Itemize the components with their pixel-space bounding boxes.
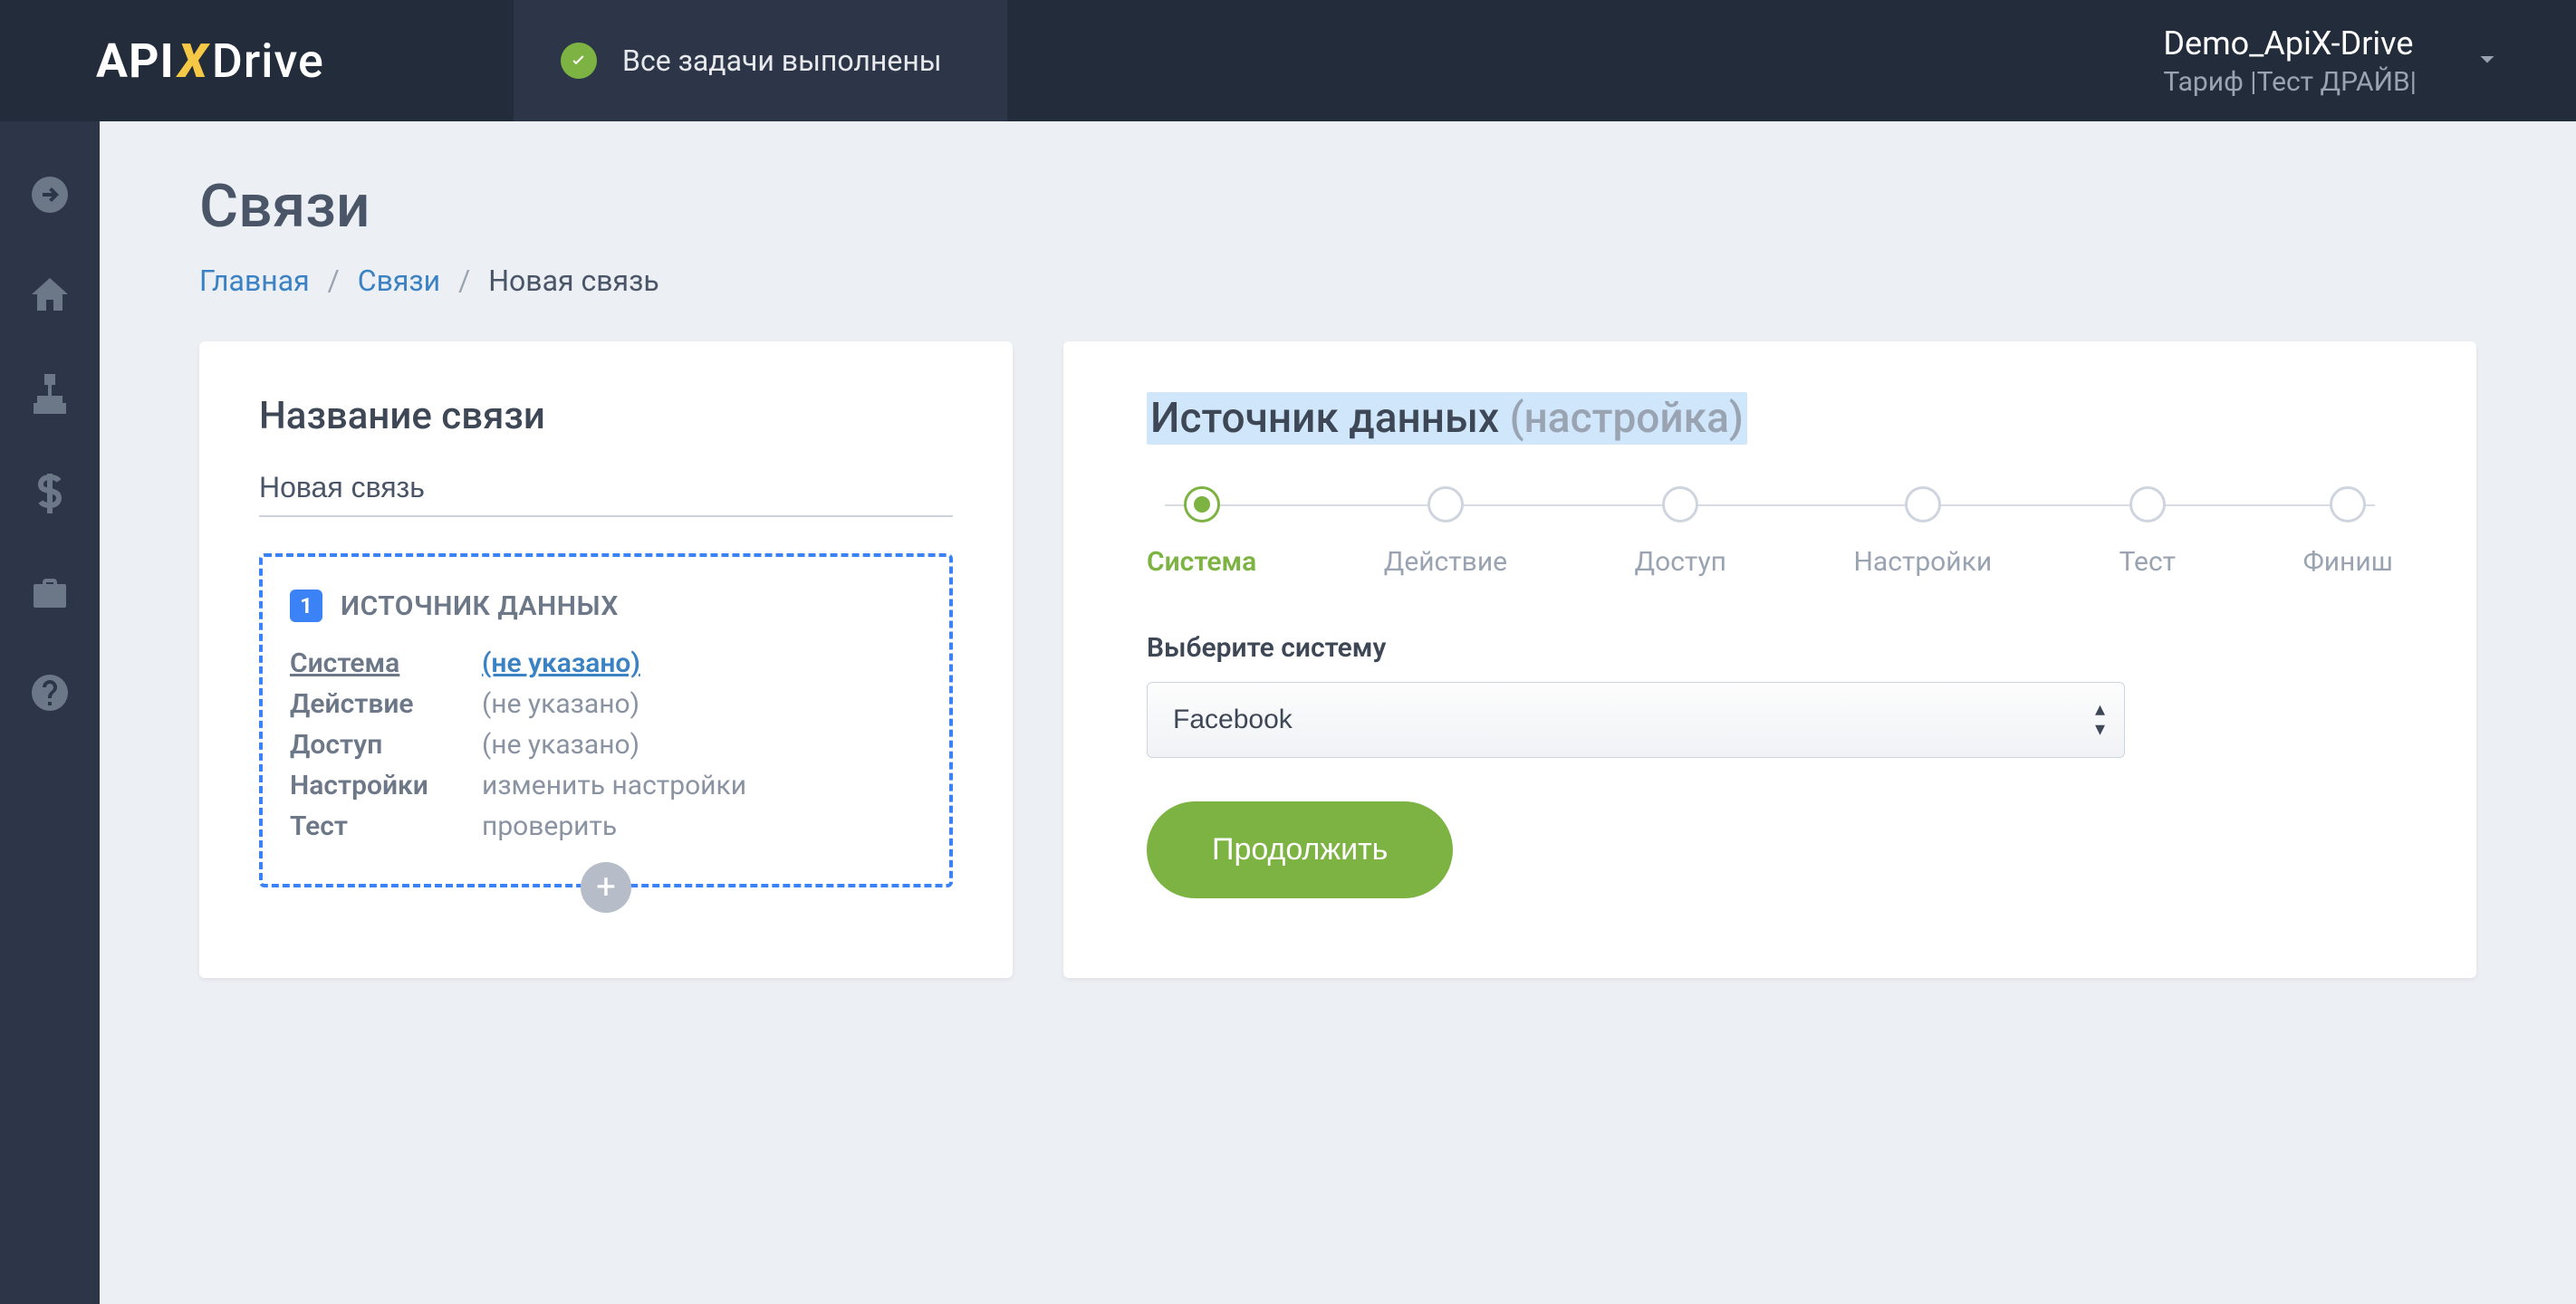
kv-label: Система bbox=[290, 647, 482, 679]
check-circle-icon bbox=[561, 43, 597, 79]
plus-icon: + bbox=[596, 868, 616, 907]
step-system[interactable]: Система bbox=[1147, 486, 1256, 578]
source-badge: 1 bbox=[290, 590, 322, 622]
sidebar-item-briefcase[interactable] bbox=[0, 543, 100, 643]
kv-label: Настройки bbox=[290, 770, 482, 801]
step-test[interactable]: Тест bbox=[2119, 486, 2177, 578]
system-select[interactable] bbox=[1147, 682, 2125, 758]
kv-label: Действие bbox=[290, 688, 482, 720]
kv-value: проверить bbox=[482, 810, 617, 842]
step-circle-icon bbox=[2330, 486, 2366, 523]
source-title: ИСТОЧНИК ДАННЫХ bbox=[341, 590, 619, 622]
account-name: Demo_ApiX-Drive bbox=[2163, 24, 2417, 62]
step-action[interactable]: Действие bbox=[1384, 486, 1507, 578]
connection-name-input[interactable] bbox=[259, 471, 953, 517]
account-tariff: Тариф |Тест ДРАЙВ| bbox=[2163, 66, 2417, 98]
select-system-label: Выберите систему bbox=[1147, 632, 2393, 664]
breadcrumb: Главная / Связи / Новая связь bbox=[199, 264, 2476, 298]
logo-x: X bbox=[178, 34, 208, 89]
step-circle-icon bbox=[1184, 486, 1220, 523]
panel-connection-name: Название связи 1 ИСТОЧНИК ДАННЫХ Система… bbox=[199, 341, 1013, 978]
kv-value[interactable]: (не указано) bbox=[482, 647, 640, 679]
step-circle-icon bbox=[1905, 486, 1941, 523]
add-source-button[interactable]: + bbox=[581, 862, 631, 913]
stepper: Система Действие Доступ Настройки bbox=[1147, 486, 2393, 578]
breadcrumb-home[interactable]: Главная bbox=[199, 264, 310, 298]
account-menu[interactable]: Demo_ApiX-Drive Тариф |Тест ДРАЙВ| bbox=[2163, 24, 2576, 98]
right-panel-title: Источник данных (настройка) bbox=[1147, 394, 2393, 443]
help-icon bbox=[28, 671, 72, 714]
step-settings[interactable]: Настройки bbox=[1853, 486, 1992, 578]
kv-label: Доступ bbox=[290, 729, 482, 761]
sidebar-item-help[interactable] bbox=[0, 643, 100, 743]
dollar-icon bbox=[28, 472, 72, 515]
kv-row-action[interactable]: Действие (не указано) bbox=[290, 688, 922, 720]
home-icon bbox=[28, 273, 72, 316]
task-status-text: Все задачи выполнены bbox=[622, 43, 942, 78]
sitemap-icon bbox=[28, 372, 72, 416]
sidebar-item-home[interactable] bbox=[0, 244, 100, 344]
logo-api: API bbox=[96, 34, 175, 89]
kv-row-access[interactable]: Доступ (не указано) bbox=[290, 729, 922, 761]
page-title: Связи bbox=[199, 172, 2476, 242]
arrow-right-circle-icon bbox=[28, 173, 72, 216]
panel-data-source-config: Источник данных (настройка) Система Дейс… bbox=[1063, 341, 2476, 978]
data-source-block: 1 ИСТОЧНИК ДАННЫХ Система (не указано) Д… bbox=[259, 553, 953, 887]
breadcrumb-current: Новая связь bbox=[488, 264, 659, 298]
caret-down-icon bbox=[2471, 43, 2504, 79]
top-bar: APIXDrive Все задачи выполнены Demo_ApiX… bbox=[0, 0, 2576, 121]
step-circle-icon bbox=[2129, 486, 2166, 523]
logo[interactable]: APIXDrive bbox=[0, 0, 514, 121]
breadcrumb-links[interactable]: Связи bbox=[358, 264, 440, 298]
sidebar bbox=[0, 121, 100, 1304]
step-circle-icon bbox=[1662, 486, 1698, 523]
continue-button[interactable]: Продолжить bbox=[1147, 801, 1453, 898]
briefcase-icon bbox=[28, 571, 72, 615]
kv-row-settings[interactable]: Настройки изменить настройки bbox=[290, 770, 922, 801]
step-finish[interactable]: Финиш bbox=[2303, 486, 2393, 578]
task-status: Все задачи выполнены bbox=[514, 0, 1007, 121]
kv-label: Тест bbox=[290, 810, 482, 842]
kv-row-system[interactable]: Система (не указано) bbox=[290, 647, 922, 679]
kv-value: (не указано) bbox=[482, 688, 639, 720]
kv-value: (не указано) bbox=[482, 729, 639, 761]
logo-drive: Drive bbox=[212, 34, 324, 89]
sidebar-item-connections[interactable] bbox=[0, 344, 100, 444]
kv-row-test[interactable]: Тест проверить bbox=[290, 810, 922, 842]
step-circle-icon bbox=[1427, 486, 1464, 523]
left-panel-title: Название связи bbox=[259, 394, 953, 438]
kv-value: изменить настройки bbox=[482, 770, 746, 801]
content: Связи Главная / Связи / Новая связь Назв… bbox=[100, 121, 2576, 1304]
step-access[interactable]: Доступ bbox=[1635, 486, 1726, 578]
sidebar-item-billing[interactable] bbox=[0, 444, 100, 543]
sidebar-item-arrow[interactable] bbox=[0, 145, 100, 244]
